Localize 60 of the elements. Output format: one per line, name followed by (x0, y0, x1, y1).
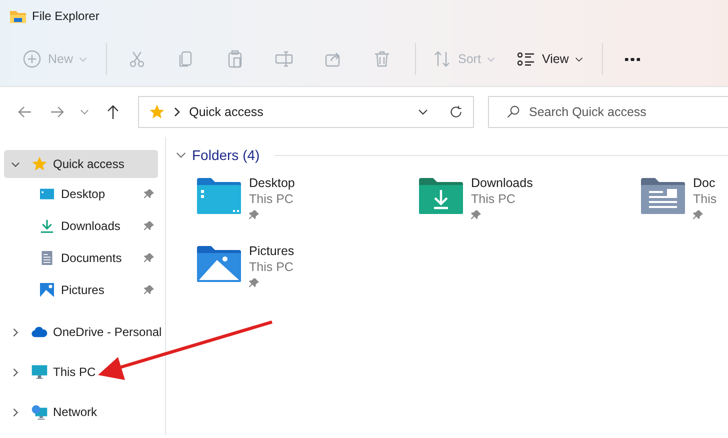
sidebar-item[interactable]: Network (4, 398, 158, 426)
window-title: File Explorer (32, 9, 100, 23)
group-title[interactable]: Folders (4) (192, 147, 260, 163)
sort-icon (432, 49, 452, 69)
folder-name: Desktop (249, 176, 295, 190)
network-icon (31, 404, 48, 420)
rename-icon (274, 49, 294, 69)
search-icon (506, 105, 520, 119)
chevron-icon[interactable] (11, 160, 20, 168)
folder-tile[interactable]: Downloads This PC (419, 176, 619, 224)
folder-download-icon (419, 178, 463, 214)
folder-tile[interactable]: Desktop This PC (197, 176, 397, 224)
sidebar-item[interactable]: Desktop (4, 178, 158, 210)
folder-document-icon (641, 178, 685, 214)
sidebar-item[interactable]: This PC (4, 358, 158, 386)
sidebar-item[interactable]: OneDrive - Personal (4, 318, 162, 346)
forward-arrow-icon (48, 104, 65, 120)
folder-location: This PC (471, 192, 516, 206)
folder-location: This PC (249, 192, 294, 206)
folder-location: This (693, 192, 717, 206)
sidebar-label: Downloads (61, 219, 122, 233)
sidebar-label: Desktop (61, 187, 106, 201)
more-icon (625, 58, 640, 60)
folder-icon (10, 9, 26, 23)
sidebar-item[interactable]: Quick access (4, 150, 158, 178)
chevron-icon[interactable] (11, 408, 20, 416)
folder-name: Pictures (249, 244, 294, 258)
back-arrow-icon (16, 104, 33, 120)
search-field[interactable]: Search Quick access (488, 96, 728, 128)
sidebar-item[interactable]: Pictures (4, 274, 158, 306)
folder-tile[interactable]: Pictures This PC (197, 244, 397, 292)
desktop-icon (40, 187, 54, 201)
sidebar-label: Documents (61, 251, 123, 265)
folder-name: Doc (693, 176, 716, 190)
folder-picture-icon (197, 246, 241, 282)
folder-tile[interactable]: Doc This (641, 176, 728, 224)
sidebar-label: Pictures (61, 283, 106, 297)
cloud-icon (31, 324, 48, 340)
chevron-icon[interactable] (176, 152, 186, 158)
folder-location: This PC (249, 260, 294, 274)
chevron-icon[interactable] (11, 328, 20, 336)
caret-icon (80, 109, 90, 115)
chevron-icon (174, 107, 180, 117)
folder-name: Downloads (471, 176, 533, 190)
breadcrumb[interactable]: Quick access (189, 105, 409, 119)
refresh-icon[interactable] (448, 105, 463, 119)
download-icon (40, 219, 54, 233)
plus-icon (22, 49, 42, 69)
star-icon (31, 156, 48, 172)
chevron-icon[interactable] (11, 368, 20, 376)
folder-desktop-icon (197, 178, 241, 214)
view-button[interactable]: View (510, 41, 589, 77)
monitor-icon (31, 364, 48, 380)
document-icon (40, 251, 54, 265)
star-icon (149, 104, 166, 120)
dropdown-icon[interactable] (418, 109, 428, 115)
sidebar-item[interactable]: Documents (4, 242, 158, 274)
picture-icon (40, 283, 54, 297)
sidebar-item[interactable]: Downloads (4, 210, 158, 242)
address-bar[interactable]: Quick access (138, 96, 474, 128)
